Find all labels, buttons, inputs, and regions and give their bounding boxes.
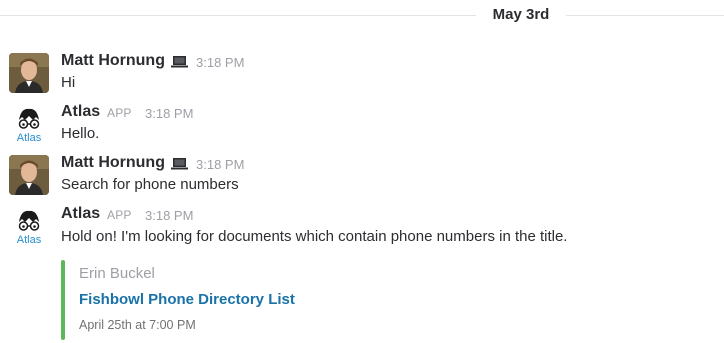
- atlas-bot-avatar-icon: Atlas: [17, 108, 42, 144]
- message-timestamp[interactable]: 3:18 PM: [196, 55, 244, 70]
- attachment-accent-bar: [61, 260, 65, 340]
- divider-line-right: [566, 15, 724, 16]
- sender-name[interactable]: Matt Hornung: [61, 52, 165, 70]
- message-timestamp[interactable]: 3:18 PM: [145, 208, 193, 223]
- atlas-bot-avatar-icon: Atlas: [17, 210, 42, 246]
- attachment-title-link[interactable]: Fishbowl Phone Directory List: [79, 291, 295, 308]
- message-text: Hi: [61, 74, 76, 91]
- sender-name[interactable]: Atlas: [61, 103, 100, 121]
- laptop-icon: [171, 158, 188, 170]
- date-label[interactable]: May 3rd: [476, 6, 566, 23]
- avatar[interactable]: [9, 155, 49, 195]
- person-avatar-image: [9, 53, 49, 93]
- app-badge: APP: [107, 106, 132, 120]
- sender-name[interactable]: Atlas: [61, 205, 100, 223]
- atlas-avatar-label: Atlas: [17, 234, 42, 246]
- sender-name[interactable]: Matt Hornung: [61, 154, 165, 172]
- app-badge: APP: [107, 208, 132, 222]
- message-timestamp[interactable]: 3:18 PM: [196, 157, 244, 172]
- message-pane: May 3rd Matt Hornung 3:18 PM Hi Atlas At…: [0, 0, 724, 343]
- divider-line-left: [0, 15, 476, 16]
- attachment-footer-timestamp: April 25th at 7:00 PM: [79, 318, 196, 332]
- atlas-avatar-label: Atlas: [17, 132, 42, 144]
- laptop-icon: [171, 56, 188, 68]
- message-text: Hold on! I'm looking for documents which…: [61, 228, 568, 245]
- avatar[interactable]: [9, 53, 49, 93]
- message-timestamp[interactable]: 3:18 PM: [145, 106, 193, 121]
- person-avatar-image: [9, 155, 49, 195]
- attachment-author: Erin Buckel: [79, 265, 155, 282]
- message-text: Search for phone numbers: [61, 176, 239, 193]
- avatar[interactable]: Atlas: [9, 104, 49, 144]
- date-divider: May 3rd: [0, 0, 724, 32]
- avatar[interactable]: Atlas: [9, 206, 49, 246]
- message-text: Hello.: [61, 125, 100, 142]
